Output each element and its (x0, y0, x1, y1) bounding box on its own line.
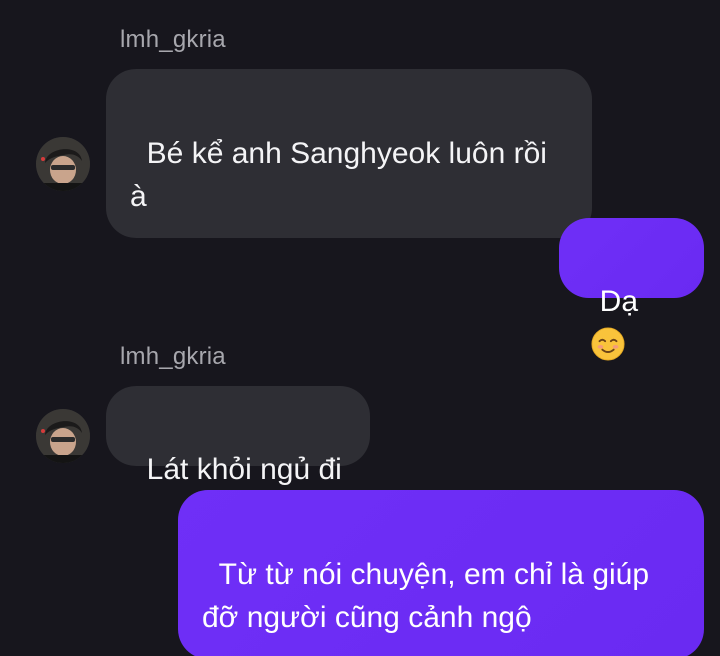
sender-name: lmh_gkria (120, 26, 226, 53)
message-text: Dạ (599, 285, 639, 318)
avatar-photo-icon (36, 137, 90, 191)
message-text: Từ từ nói chuyện, em chỉ là giúp đỡ ngườ… (202, 558, 658, 634)
message-bubble-incoming[interactable]: Lát khỏi ngủ đi (106, 386, 370, 486)
avatar[interactable] (36, 409, 90, 463)
message-text: Lát khỏi ngủ đi (146, 453, 342, 486)
avatar-photo-icon (36, 409, 90, 463)
smiling-face-icon (591, 327, 625, 361)
sender-name: lmh_gkria (120, 343, 226, 370)
message-text: Bé kể anh Sanghyeok luôn rồi à (130, 137, 556, 213)
avatar[interactable] (36, 137, 90, 191)
message-bubble-outgoing[interactable]: Dạ (559, 218, 704, 361)
message-bubble-incoming[interactable]: Bé kể anh Sanghyeok luôn rồi à (106, 69, 592, 238)
message-bubble-outgoing[interactable]: Từ từ nói chuyện, em chỉ là giúp đỡ ngườ… (178, 490, 704, 656)
